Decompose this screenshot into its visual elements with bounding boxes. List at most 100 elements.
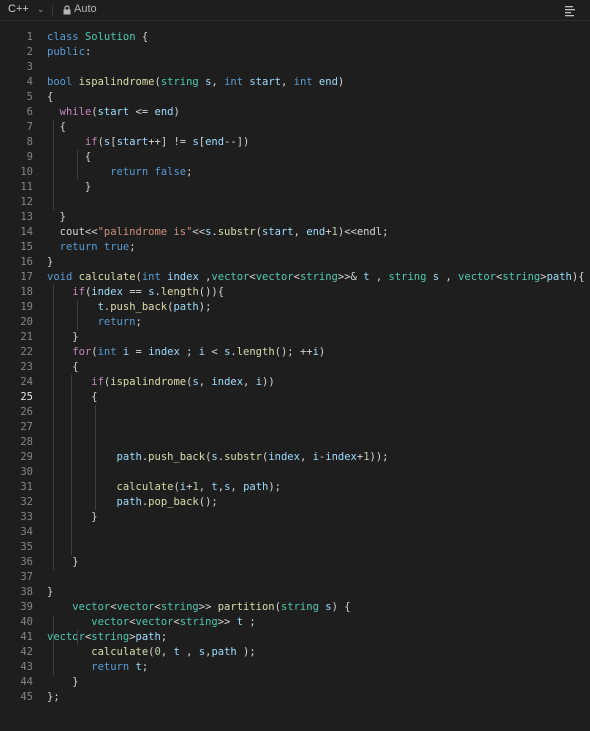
code-line[interactable]: 10 return false;: [0, 165, 590, 180]
code-line[interactable]: 32 path.pop_back();: [0, 495, 590, 510]
code-line[interactable]: 37: [0, 570, 590, 585]
code-line[interactable]: 15 return true;: [0, 240, 590, 255]
code-text[interactable]: };: [47, 690, 60, 705]
code-line[interactable]: 9 {: [0, 150, 590, 165]
code-line[interactable]: 8 if(s[start++] != s[end--]): [0, 135, 590, 150]
code-line[interactable]: 28: [0, 435, 590, 450]
code-text[interactable]: }: [47, 510, 97, 525]
code-line[interactable]: 12: [0, 195, 590, 210]
code-line[interactable]: 13 }: [0, 210, 590, 225]
code-text[interactable]: {: [47, 390, 97, 405]
code-text[interactable]: path.push_back(s.substr(index, i-index+1…: [47, 450, 389, 465]
code-text[interactable]: return;: [47, 315, 142, 330]
code-text[interactable]: path.pop_back();: [47, 495, 218, 510]
code-line[interactable]: 33 }: [0, 510, 590, 525]
code-text[interactable]: calculate(i+1, t,s, path);: [47, 480, 281, 495]
line-number: 8: [26, 136, 33, 148]
code-line[interactable]: 18 if(index == s.length()){: [0, 285, 590, 300]
code-line[interactable]: 30: [0, 465, 590, 480]
chevron-down-icon[interactable]: ⌄: [37, 4, 45, 15]
code-line[interactable]: 24 if(ispalindrome(s, index, i)): [0, 375, 590, 390]
code-line[interactable]: 29 path.push_back(s.substr(index, i-inde…: [0, 450, 590, 465]
code-text[interactable]: if(index == s.length()){: [47, 285, 224, 300]
code-text[interactable]: class Solution {: [47, 30, 148, 45]
code-line[interactable]: 25 {: [0, 390, 590, 405]
line-number: 2: [26, 46, 33, 58]
line-number: 45: [20, 691, 33, 703]
auto-mode-label[interactable]: Auto: [74, 3, 97, 15]
code-text[interactable]: }: [47, 210, 66, 225]
code-text[interactable]: {: [47, 360, 78, 375]
code-text[interactable]: while(start <= end): [47, 105, 180, 120]
code-line[interactable]: 31 calculate(i+1, t,s, path);: [0, 480, 590, 495]
code-line[interactable]: 27: [0, 420, 590, 435]
code-line[interactable]: 42 calculate(0, t , s,path );: [0, 645, 590, 660]
code-line[interactable]: 43 return t;: [0, 660, 590, 675]
format-icon[interactable]: [563, 3, 577, 17]
code-line[interactable]: 39 vector<vector<string>> partition(stri…: [0, 600, 590, 615]
code-text[interactable]: }: [47, 555, 78, 570]
code-text[interactable]: t.push_back(path);: [47, 300, 212, 315]
code-text[interactable]: cout<<"palindrome is"<<s.substr(start, e…: [47, 225, 389, 240]
line-number: 28: [20, 436, 33, 448]
line-number: 4: [26, 76, 33, 88]
language-selector[interactable]: C++: [8, 3, 29, 15]
code-text[interactable]: public:: [47, 45, 91, 60]
code-text[interactable]: }: [47, 255, 53, 270]
code-text[interactable]: }: [47, 585, 53, 600]
code-line[interactable]: 40 vector<vector<string>> t ;: [0, 615, 590, 630]
code-line[interactable]: 14 cout<<"palindrome is"<<s.substr(start…: [0, 225, 590, 240]
code-text[interactable]: for(int i = index ; i < s.length(); ++i): [47, 345, 325, 360]
line-number: 35: [20, 541, 33, 553]
code-line[interactable]: 26: [0, 405, 590, 420]
code-text[interactable]: if(ispalindrome(s, index, i)): [47, 375, 274, 390]
code-text[interactable]: if(s[start++] != s[end--]): [47, 135, 249, 150]
code-line[interactable]: 11 }: [0, 180, 590, 195]
line-number: 7: [26, 121, 33, 133]
code-text[interactable]: {: [47, 90, 53, 105]
line-number: 5: [26, 91, 33, 103]
code-text[interactable]: return false;: [47, 165, 192, 180]
code-line[interactable]: 34: [0, 525, 590, 540]
code-line[interactable]: 5{: [0, 90, 590, 105]
code-text[interactable]: calculate(0, t , s,path );: [47, 645, 255, 660]
code-text[interactable]: }: [47, 330, 78, 345]
code-text[interactable]: {: [47, 120, 66, 135]
line-number: 18: [20, 286, 33, 298]
code-line[interactable]: 36 }: [0, 555, 590, 570]
code-line[interactable]: 6 while(start <= end): [0, 105, 590, 120]
code-line[interactable]: 16}: [0, 255, 590, 270]
code-text[interactable]: return true;: [47, 240, 136, 255]
code-line[interactable]: 2 public:: [0, 45, 590, 60]
code-text[interactable]: vector<vector<string>> partition(string …: [47, 600, 350, 615]
code-line[interactable]: 19 t.push_back(path);: [0, 300, 590, 315]
code-line[interactable]: 41 vector<string>path;: [0, 630, 590, 645]
code-line[interactable]: 17 void calculate(int index ,vector<vecto…: [0, 270, 590, 285]
code-line[interactable]: 7 {: [0, 120, 590, 135]
code-line[interactable]: 38}: [0, 585, 590, 600]
line-number: 29: [20, 451, 33, 463]
line-number: 39: [20, 601, 33, 613]
code-line[interactable]: 44 }: [0, 675, 590, 690]
code-line[interactable]: 45};: [0, 690, 590, 705]
code-line[interactable]: 3: [0, 60, 590, 75]
code-line[interactable]: 1 class Solution {: [0, 30, 590, 45]
code-line[interactable]: 4 bool ispalindrome(string s, int start, …: [0, 75, 590, 90]
code-text[interactable]: void calculate(int index ,vector<vector<…: [47, 270, 585, 285]
line-number: 37: [20, 571, 33, 583]
code-text[interactable]: return t;: [47, 660, 148, 675]
line-number: 14: [20, 226, 33, 238]
code-text[interactable]: vector<vector<string>> t ;: [47, 615, 255, 630]
code-editor[interactable]: 1 class Solution {2 public: 3 4 bool ispalind…: [0, 30, 590, 705]
code-line[interactable]: 23 {: [0, 360, 590, 375]
line-number: 17: [20, 271, 33, 283]
code-line[interactable]: 21 }: [0, 330, 590, 345]
code-line[interactable]: 22 for(int i = index ; i < s.length(); +…: [0, 345, 590, 360]
code-text[interactable]: }: [47, 675, 78, 690]
line-number: 3: [26, 61, 33, 73]
code-text[interactable]: vector<string>path;: [47, 630, 167, 645]
code-line[interactable]: 35: [0, 540, 590, 555]
code-text[interactable]: bool ispalindrome(string s, int start, i…: [47, 75, 344, 90]
lock-icon: [63, 5, 71, 15]
code-line[interactable]: 20 return;: [0, 315, 590, 330]
